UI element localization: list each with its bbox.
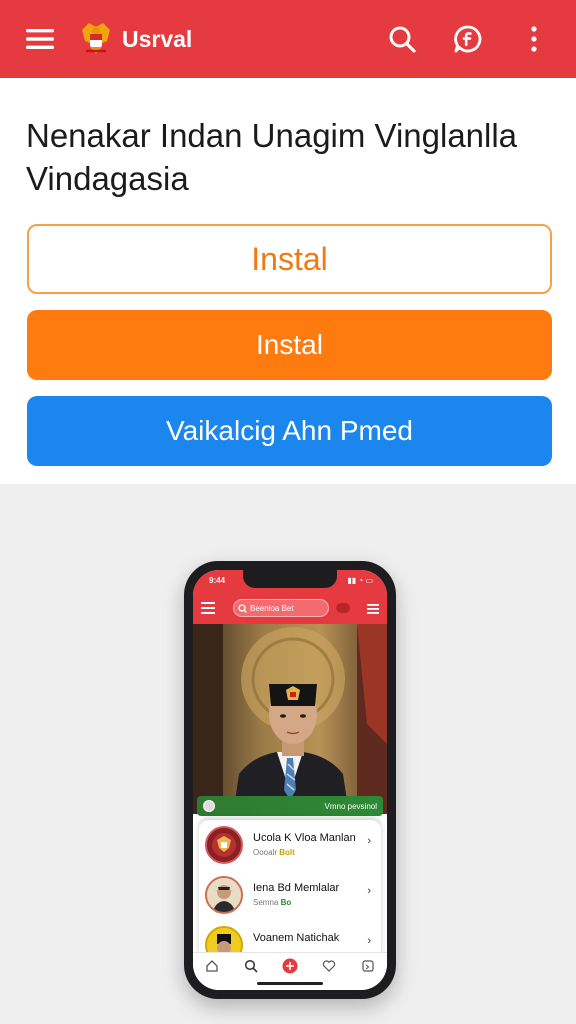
contact-list: Ucola K Vloa Manlan Oooalr Bolt › Iena B… bbox=[199, 820, 381, 956]
secondary-action-button[interactable]: Vaikalcig Ahn Pmed bbox=[27, 396, 552, 466]
list-item-sub: Oooalr Bolt bbox=[253, 848, 295, 857]
chevron-right-icon: › bbox=[367, 935, 371, 947]
add-icon[interactable] bbox=[282, 958, 298, 979]
caption-badge-icon bbox=[203, 800, 215, 812]
more-icon[interactable] bbox=[512, 17, 556, 61]
list-item[interactable]: Voanem Natichak › bbox=[199, 920, 381, 956]
app-title: Usrval bbox=[122, 25, 193, 52]
chevron-right-icon: › bbox=[367, 885, 371, 897]
signal-icon: ▮▮ ◔ ▭ bbox=[347, 576, 373, 585]
phone-search-placeholder: Beenloa Bet bbox=[250, 603, 294, 613]
menu-icon[interactable] bbox=[20, 19, 60, 59]
install-button[interactable]: Instal bbox=[27, 310, 552, 380]
garuda-logo bbox=[78, 21, 114, 57]
content-card: Nenakar Indan Unagim Vinglanlla Vindagas… bbox=[0, 78, 576, 484]
list-item[interactable]: Ucola K Vloa Manlan Oooalr Bolt › bbox=[199, 820, 381, 870]
phone-menu-right-icon[interactable] bbox=[367, 601, 379, 619]
official-portrait-image bbox=[193, 624, 387, 814]
photo-caption-text: Vmno pevsinol bbox=[324, 801, 377, 811]
search-icon[interactable] bbox=[244, 959, 258, 978]
heart-icon[interactable] bbox=[322, 959, 336, 978]
message-icon[interactable] bbox=[361, 959, 375, 978]
list-item-name: Ucola K Vloa Manlan bbox=[253, 832, 356, 844]
list-item-sub: Semna Bo bbox=[253, 898, 291, 907]
list-item-tag: Bolt bbox=[279, 848, 295, 857]
avatar bbox=[205, 826, 243, 864]
avatar bbox=[205, 876, 243, 914]
home-icon[interactable] bbox=[205, 959, 219, 978]
install-outline-button[interactable]: Instal bbox=[27, 224, 552, 294]
chevron-right-icon: › bbox=[367, 835, 371, 847]
home-indicator bbox=[257, 982, 323, 985]
list-item[interactable]: Iena Bd Memlalar Semna Bo › bbox=[199, 870, 381, 920]
app-bar: Usrval bbox=[0, 0, 576, 78]
chat-icon[interactable] bbox=[446, 17, 490, 61]
phone-search-input[interactable]: Beenloa Bet bbox=[233, 599, 329, 617]
phone-menu-icon[interactable] bbox=[201, 601, 215, 619]
phone-mockup: 9:44 ▮▮ ◔ ▭ Beenloa Bet Vmno pevsinol Uc… bbox=[184, 561, 396, 999]
list-item-tag: Bo bbox=[280, 898, 292, 907]
phone-search-icon bbox=[238, 603, 247, 613]
list-item-name: Iena Bd Memlalar bbox=[253, 882, 340, 894]
phone-toggle[interactable] bbox=[336, 603, 350, 613]
page-headline: Nenakar Indan Unagim Vinglanlla Vindagas… bbox=[26, 117, 518, 197]
list-item-sub-text: Oooalr bbox=[253, 848, 278, 857]
phone-screen: 9:44 ▮▮ ◔ ▭ Beenloa Bet Vmno pevsinol Uc… bbox=[193, 570, 387, 990]
phone-time: 9:44 bbox=[209, 576, 226, 585]
phone-app-bar: Beenloa Bet bbox=[193, 592, 387, 624]
list-item-sub-text: Semna bbox=[253, 898, 279, 907]
search-icon[interactable] bbox=[380, 17, 424, 61]
list-item-name: Voanem Natichak bbox=[253, 932, 340, 944]
phone-notch bbox=[243, 570, 337, 588]
photo-caption: Vmno pevsinol bbox=[197, 796, 383, 816]
